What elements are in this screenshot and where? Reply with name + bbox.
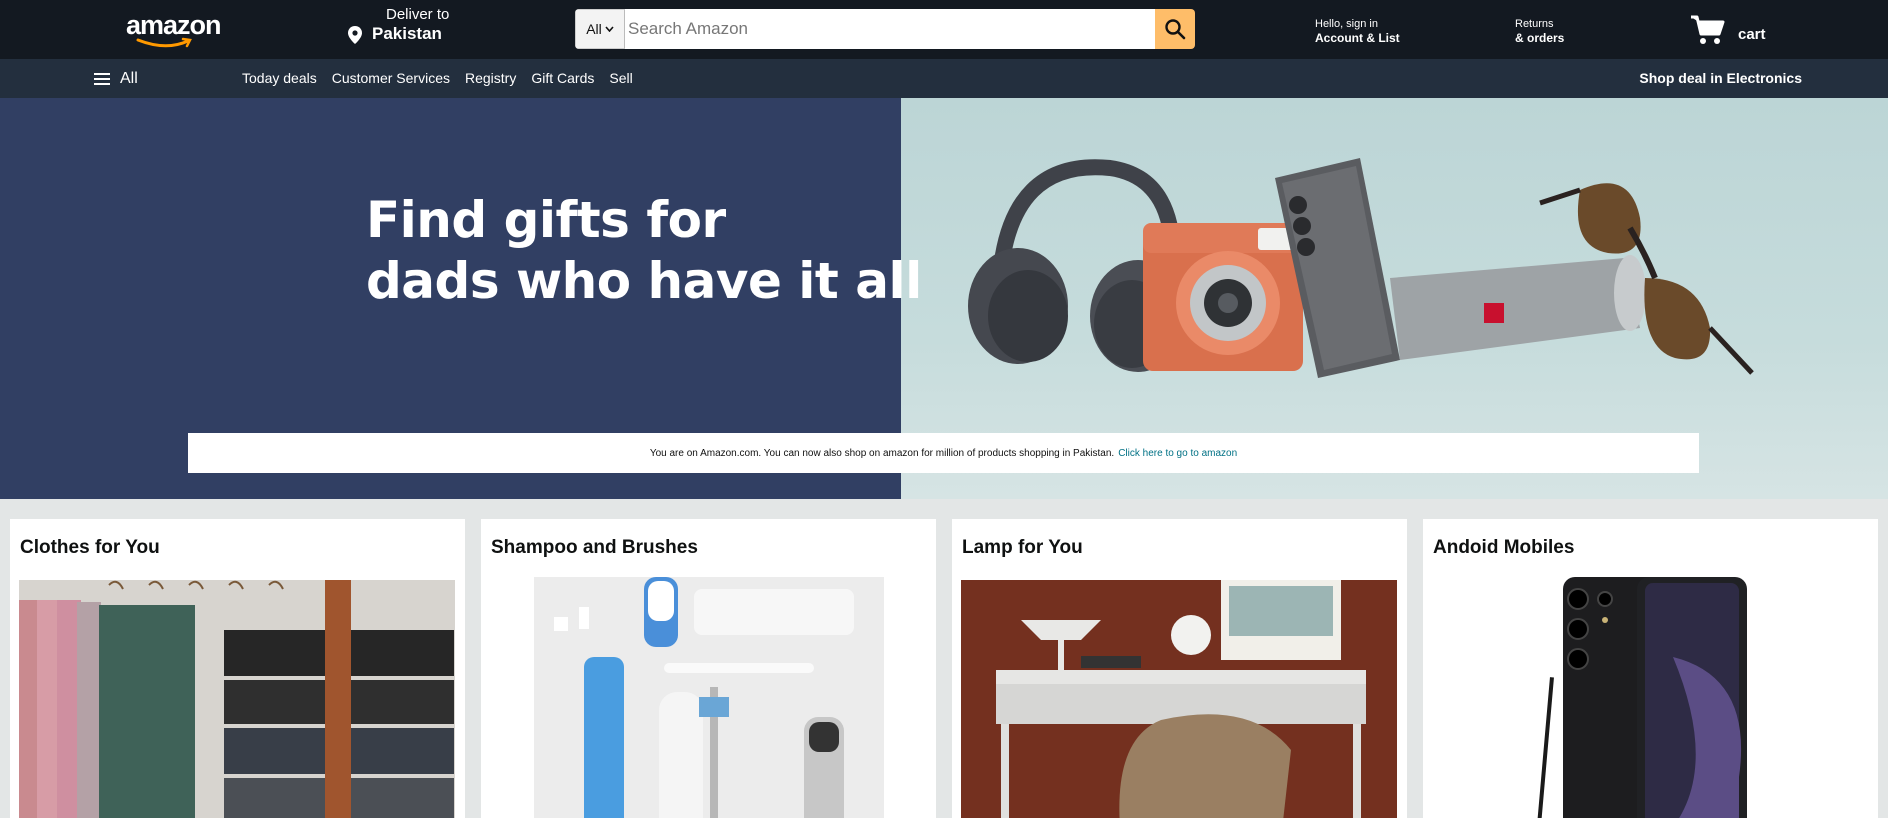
cart-button[interactable]: cart (1690, 10, 1766, 50)
clothes-image[interactable] (19, 580, 455, 818)
hero-products-image (968, 158, 1754, 378)
subnav-link-registry[interactable]: Registry (465, 70, 516, 86)
card-title-shampoo: Shampoo and Brushes (491, 537, 698, 558)
region-notice-link[interactable]: Click here to go to amazon (1118, 448, 1237, 459)
deliver-label: Deliver to (386, 6, 450, 23)
cart-icon (1691, 15, 1725, 44)
account-menu[interactable]: Hello, sign in Account & List (1315, 18, 1400, 45)
card-title-mobiles: Andoid Mobiles (1433, 537, 1575, 558)
search-input[interactable] (625, 9, 1155, 49)
top-navbar: amazon Deliver to Pakistan All Hello, si… (0, 0, 1888, 59)
search-icon (1165, 19, 1186, 40)
returns-label: Returns (1515, 18, 1554, 30)
amazon-logo[interactable]: amazon (126, 10, 222, 48)
search-category-select[interactable]: All (575, 9, 625, 49)
account-label: Account & List (1315, 31, 1400, 45)
subnav-link-sell[interactable]: Sell (609, 70, 632, 86)
subnav-link-gift-cards[interactable]: Gift Cards (531, 70, 594, 86)
toiletries-photo-icon (534, 577, 884, 818)
category-card-shampoo[interactable]: Shampoo and Brushes (481, 519, 936, 818)
card-title-clothes: Clothes for You (20, 537, 160, 558)
returns-orders[interactable]: Returns & orders (1515, 18, 1564, 45)
shop-deal-link[interactable]: Shop deal in Electronics (1639, 70, 1802, 86)
shampoo-image[interactable] (534, 577, 884, 818)
category-card-clothes[interactable]: Clothes for You (10, 519, 465, 818)
all-menu-label: All (120, 70, 138, 87)
desk-lamp-room-photo-icon (961, 580, 1397, 818)
clothes-hanger-photo-icon (19, 580, 455, 818)
hamburger-icon (94, 73, 110, 85)
chevron-down-icon (605, 26, 614, 32)
account-greeting: Hello, sign in (1315, 18, 1378, 30)
android-phone-photo-icon (1523, 577, 1783, 818)
location-pin-icon (348, 26, 362, 44)
logo-text: amazon (126, 10, 222, 40)
category-card-mobiles[interactable]: Andoid Mobiles (1423, 519, 1878, 818)
subnav-links: Today deals Customer Services Registry G… (242, 70, 648, 86)
hero-banner[interactable]: Find gifts for dads who have it all You … (0, 98, 1888, 499)
hero-headline-line1: Find gifts for (366, 191, 726, 249)
region-notice: You are on Amazon.com. You can now also … (188, 433, 1699, 473)
lamp-image[interactable] (961, 580, 1397, 818)
hero-headline: Find gifts for dads who have it all (366, 190, 922, 312)
region-notice-text: You are on Amazon.com. You can now also … (649, 447, 1115, 459)
category-cards-section: Clothes for You Shampoo and Brushes Lamp… (0, 499, 1888, 818)
subnav-link-today-deals[interactable]: Today deals (242, 70, 317, 86)
camera-icon (1143, 223, 1303, 371)
sub-navbar: All Today deals Customer Services Regist… (0, 59, 1888, 98)
search-category-value: All (586, 21, 602, 37)
speaker-icon (1390, 255, 1646, 360)
cart-label: cart (1738, 25, 1766, 43)
deliver-to-location[interactable]: Deliver to Pakistan (346, 4, 456, 54)
search-button[interactable] (1155, 9, 1195, 49)
orders-label: & orders (1515, 31, 1565, 45)
category-card-lamp[interactable]: Lamp for You (952, 519, 1407, 818)
search-bar: All (575, 9, 1195, 49)
subnav-link-customer-services[interactable]: Customer Services (332, 70, 450, 86)
mobile-image[interactable] (1523, 577, 1783, 818)
all-menu-button[interactable]: All (94, 67, 138, 91)
card-title-lamp: Lamp for You (962, 537, 1083, 558)
smile-arrow-icon (136, 37, 192, 48)
hero-headline-line2: dads who have it all (366, 252, 922, 310)
deliver-location: Pakistan (372, 24, 442, 43)
